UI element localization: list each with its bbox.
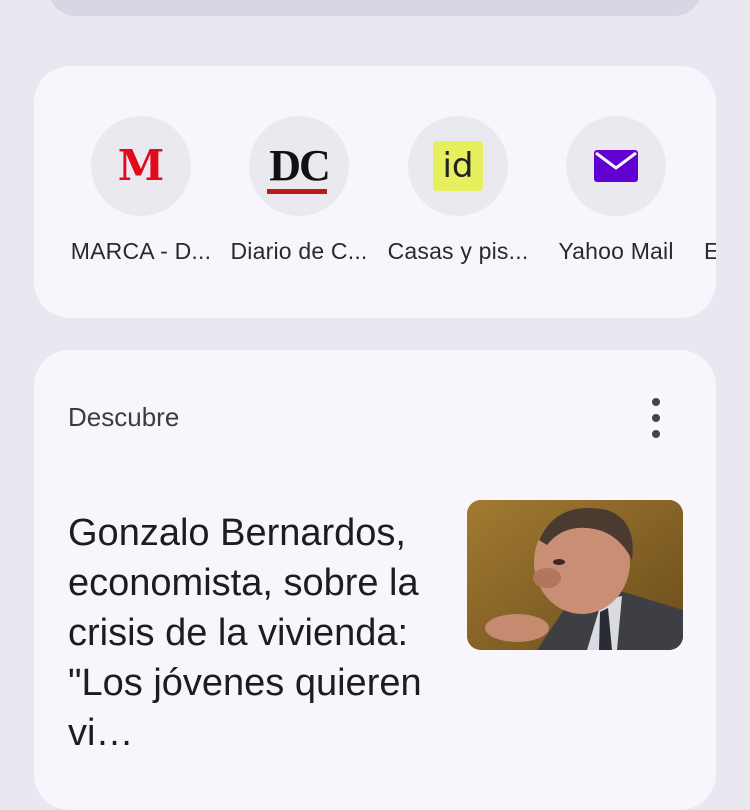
shortcut-label: Diario de C...	[230, 238, 368, 264]
shortcut-marca[interactable]: M MARCA - D...	[66, 116, 216, 286]
shortcut-label: Yahoo Mail	[558, 238, 674, 264]
marca-logo-icon: M	[117, 141, 165, 190]
shortcut-idealista[interactable]: id Casas y pis...	[383, 116, 533, 286]
news-photo-man-speaking	[467, 500, 683, 650]
shortcut-diario-de-cadiz[interactable]: DC Diario de C...	[224, 116, 374, 286]
idealista-logo-icon: id	[433, 141, 483, 191]
discover-card: Descubre Gonzalo Bernardos, economista, …	[34, 350, 716, 810]
mail-envelope-icon	[594, 150, 638, 182]
shortcut-partial[interactable]: E	[698, 116, 716, 286]
shortcut-yahoo-mail[interactable]: Yahoo Mail	[541, 116, 691, 286]
shortcut-icon-container: M	[91, 116, 191, 216]
shortcut-label: MARCA - D...	[70, 238, 212, 264]
shortcuts-card: M MARCA - D... DC Diario de C... id Casa…	[34, 66, 716, 318]
shortcut-label: E	[704, 238, 716, 264]
shortcut-label: Casas y pis...	[387, 238, 529, 264]
more-options-icon[interactable]	[644, 398, 668, 438]
discover-title: Descubre	[68, 402, 180, 432]
shortcut-icon-container	[566, 116, 666, 216]
shortcut-icon-container: DC	[249, 116, 349, 216]
article-thumbnail[interactable]	[467, 500, 683, 650]
search-bar[interactable]	[48, 0, 702, 16]
shortcut-icon-container: id	[408, 116, 508, 216]
diario-de-cadiz-logo-icon: DC	[267, 141, 331, 194]
article-headline[interactable]: Gonzalo Bernardos, economista, sobre la …	[68, 508, 448, 758]
